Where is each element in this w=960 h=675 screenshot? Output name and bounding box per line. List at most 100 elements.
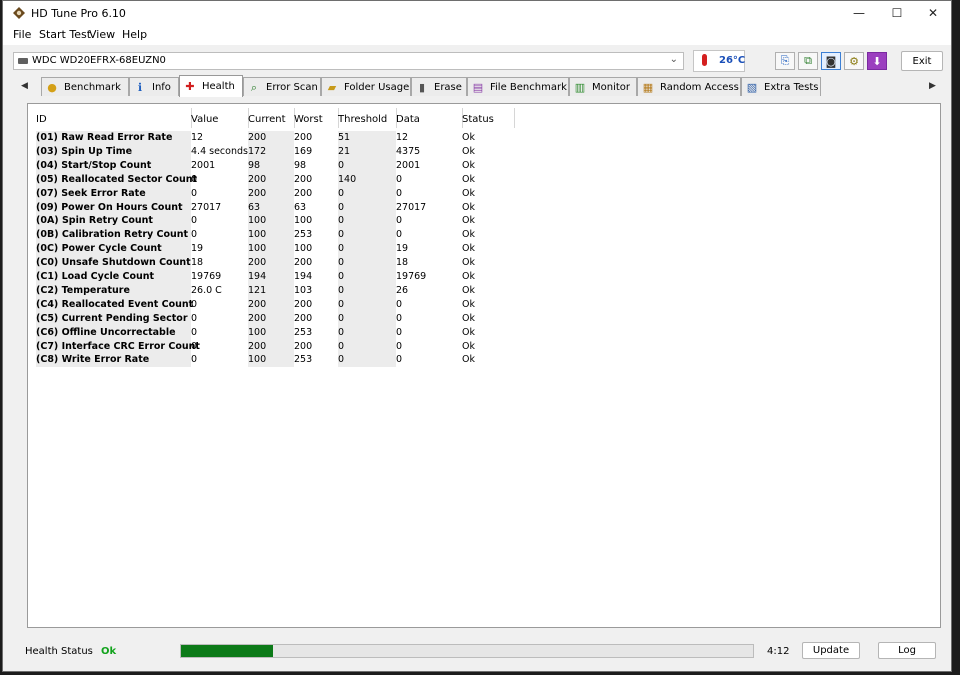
drive-select[interactable]: WDC WD20EFRX-68EUZN0 ⌄ [13,52,684,70]
maximize-button[interactable]: ☐ [879,1,915,25]
column-header[interactable]: Threshold [338,114,387,125]
table-row[interactable]: (05) Reallocated Sector Count 0 200 200 140 0… [32,173,514,187]
table-row[interactable]: (0C) Power Cycle Count 19 100 100 0 19 Ok [32,242,514,256]
table-cell: 0 [338,215,345,227]
table-cell: 100 [294,243,313,255]
table-cell: 0 [338,271,345,282]
table-row[interactable]: (09) Power On Hours Count 27017 63 63 0 27017… [32,201,514,215]
column-header[interactable]: Worst [294,114,323,125]
attribute-name: (0A) Spin Retry Count [36,215,153,227]
table-cell: 0 [338,187,345,199]
tab-info[interactable]: ℹ Info [129,77,179,96]
copy-info-button[interactable]: ⧉ [798,52,818,70]
save-button[interactable]: ⬇ [867,52,887,70]
table-row[interactable]: (C7) Interface CRC Error Count 0 200 200 0 0 O… [32,340,514,354]
attribute-name: (C1) Load Cycle Count [36,271,155,282]
column-header[interactable]: ID [36,114,47,125]
menu-view[interactable]: View [89,28,115,41]
table-row[interactable]: (03) Spin Up Time 4.4 seconds 172 169 21 4375… [32,145,514,159]
exit-button[interactable]: Exit [901,51,943,71]
table-cell: 0 [396,326,403,338]
column-header[interactable]: Value [191,114,218,125]
table-cell: 0 [191,340,198,352]
table-row[interactable]: (C6) Offline Uncorrectable 0 100 253 0 0 Ok [32,326,514,340]
close-button[interactable]: ✕ [915,1,951,25]
table-cell: 0 [396,187,403,199]
table-row[interactable]: (C4) Reallocated Event Count 0 200 200 0 0 Ok [32,298,514,312]
table-row[interactable]: (C5) Current Pending Sector 0 200 200 0 0 Ok [32,312,514,326]
copy-text-button[interactable]: ⎘ [775,52,795,70]
table-cell: 98 [294,159,307,171]
options-button[interactable]: ⚙ [844,52,864,70]
health-icon: ✚ [185,80,195,93]
column-header[interactable]: Current [248,114,286,125]
benchmark-icon: ● [47,80,57,94]
tab-label: Info [152,81,171,93]
log-button[interactable]: Log [878,642,936,659]
attribute-name: (C6) Offline Uncorrectable [36,326,176,338]
table-cell: Ok [462,354,475,366]
table-cell: 0 [338,243,345,255]
table-row[interactable]: (C0) Unsafe Shutdown Count 18 200 200 0 18 Ok [32,256,514,270]
table-row[interactable]: (04) Start/Stop Count 2001 98 98 0 2001 Ok [32,159,514,173]
update-button[interactable]: Update [802,642,860,659]
progress-bar [180,644,754,658]
table-row[interactable]: (0A) Spin Retry Count 0 100 100 0 0 Ok [32,214,514,228]
tab-benchmark[interactable]: ● Benchmark [41,77,129,96]
tab-extra-tests[interactable]: ▧ Extra Tests [741,77,821,96]
table-row[interactable]: (C2) Temperature 26.0 C 121 103 0 26 Ok [32,284,514,298]
close-icon: ✕ [927,6,939,20]
table-cell: 0 [396,215,403,227]
health-status-value: Ok [101,646,117,657]
table-cell: 0 [338,354,345,366]
tab-label: Erase [434,81,462,93]
table-row[interactable]: (07) Seek Error Rate 0 200 200 0 0 Ok [32,187,514,201]
column-header[interactable]: Data [396,114,420,125]
table-cell: 18 [191,257,204,269]
table-cell: 0 [191,354,198,366]
table-cell: 200 [294,298,313,310]
menu-start-test[interactable]: Start Test [39,28,91,41]
table-cell: Ok [462,340,475,352]
table-row[interactable]: (C1) Load Cycle Count 19769 194 194 0 19769 Ok [32,270,514,284]
table-cell: 12 [396,132,409,143]
tab-error-scan[interactable]: ⌕ Error Scan [243,77,321,96]
table-cell: 4375 [396,145,421,157]
tab-monitor[interactable]: ▥ Monitor [569,77,637,96]
table-cell: Ok [462,243,475,255]
tab-scroll-left-icon[interactable]: ◀ [21,81,28,91]
tab-file-benchmark[interactable]: ▤ File Benchmark [467,77,569,96]
tab-random-access[interactable]: ▦ Random Access [637,77,741,96]
table-row[interactable]: (01) Raw Read Error Rate 12 200 200 51 12 Ok [32,131,514,145]
table-row[interactable]: (0B) Calibration Retry Count 0 100 253 0 0 Ok [32,228,514,242]
table-cell: 26 [396,284,409,296]
tab-erase[interactable]: ▮ Erase [411,77,467,96]
table-cell: 12 [191,132,204,143]
tab-label: Extra Tests [764,81,819,93]
table-cell: 100 [248,326,267,338]
menu-file[interactable]: File [13,28,31,41]
table-cell: 200 [248,298,267,310]
tab-label: File Benchmark [490,81,567,93]
tab-scroll-right-icon[interactable]: ▶ [929,81,936,91]
table-cell: 0 [338,284,345,296]
table-cell: Ok [462,201,475,213]
tab-health[interactable]: ✚ Health [179,75,243,97]
screenshot-button[interactable]: ◙ [821,52,841,70]
column-header[interactable]: Status [462,114,494,125]
column-divider[interactable] [514,108,515,128]
table-row[interactable]: (C8) Write Error Rate 0 100 253 0 0 Ok [32,353,514,367]
table-cell: 100 [248,243,267,255]
menu-help[interactable]: Help [122,28,147,41]
tab-label: Monitor [592,81,631,93]
table-cell: 121 [248,284,267,296]
table-cell: 172 [248,145,267,157]
toolbar: WDC WD20EFRX-68EUZN0 ⌄ 26°C ⎘ ⧉ ◙ ⚙ ⬇ Ex… [3,47,951,75]
tab-folder-usage[interactable]: ▰ Folder Usage [321,77,411,96]
table-cell: 0 [396,173,403,185]
minimize-button[interactable]: — [841,1,877,25]
temperature-display: 26°C [693,50,745,72]
magnifier-icon: ⌕ [250,80,258,94]
attribute-name: (01) Raw Read Error Rate [36,132,173,143]
health-panel: ID Value Current Worst Threshold Data Status (0… [27,103,941,628]
